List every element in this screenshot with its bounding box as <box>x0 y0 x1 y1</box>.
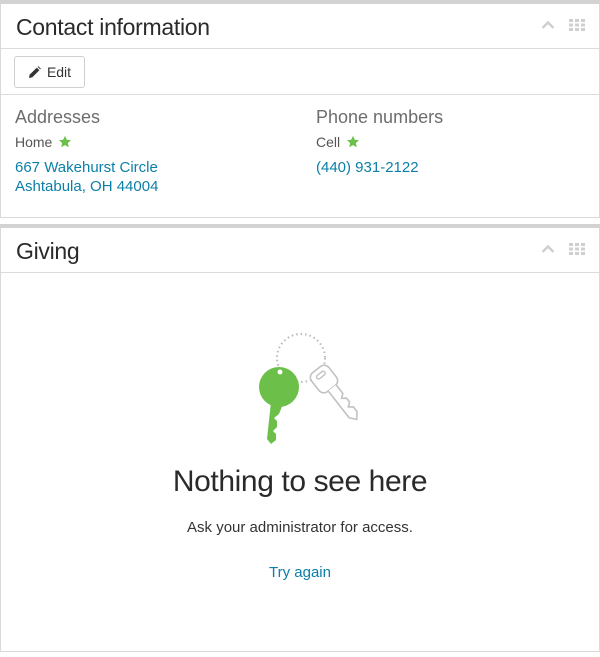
contact-tile-tools <box>541 19 585 31</box>
phone-type-label: Cell <box>316 134 341 150</box>
phone-numbers-heading: Phone numbers <box>316 107 444 127</box>
grip-icon[interactable] <box>569 19 585 31</box>
star-icon <box>347 135 360 148</box>
keys-icon <box>259 333 358 444</box>
phone-type-row: Cell <box>316 134 443 150</box>
contact-toolbar: Edit <box>1 49 599 95</box>
address-type-label: Home <box>15 134 53 150</box>
phone-numbers-section: Phone numbers Cell (440) 931-2122 <box>316 107 443 177</box>
phone-number-link[interactable]: (440) 931-2122 <box>316 158 443 177</box>
grip-icon[interactable] <box>569 243 585 255</box>
try-again-link[interactable]: Try again <box>1 564 599 581</box>
contact-information-tile: Contact information Edit Addresses Home … <box>0 0 600 218</box>
giving-tile: Giving Nothing to see here Ask your admi… <box>0 224 600 652</box>
chevron-up-icon[interactable] <box>541 20 555 30</box>
giving-tile-title: Giving <box>16 238 80 264</box>
contact-details: Addresses Home 667 Wakehurst Circle Asht… <box>1 95 599 217</box>
pencil-icon <box>28 65 41 78</box>
addresses-heading: Addresses <box>15 107 101 127</box>
giving-tile-tools <box>541 243 585 255</box>
giving-empty-state: Nothing to see here Ask your administrat… <box>1 273 599 651</box>
contact-tile-title: Contact information <box>16 14 210 40</box>
address-line-1[interactable]: 667 Wakehurst Circle <box>15 158 158 177</box>
empty-state-title: Nothing to see here <box>172 465 428 498</box>
giving-tile-header: Giving <box>1 228 599 273</box>
empty-state-message: Ask your administrator for access. <box>187 519 413 536</box>
edit-button[interactable]: Edit <box>14 56 85 88</box>
contact-tile-header: Contact information <box>1 4 599 49</box>
address-line-2[interactable]: Ashtabula, OH 44004 <box>15 177 158 196</box>
edit-button-label: Edit <box>46 64 72 80</box>
chevron-up-icon[interactable] <box>541 244 555 254</box>
star-icon <box>59 135 72 148</box>
addresses-section: Addresses Home 667 Wakehurst Circle Asht… <box>15 107 158 196</box>
address-type-row: Home <box>15 134 158 150</box>
